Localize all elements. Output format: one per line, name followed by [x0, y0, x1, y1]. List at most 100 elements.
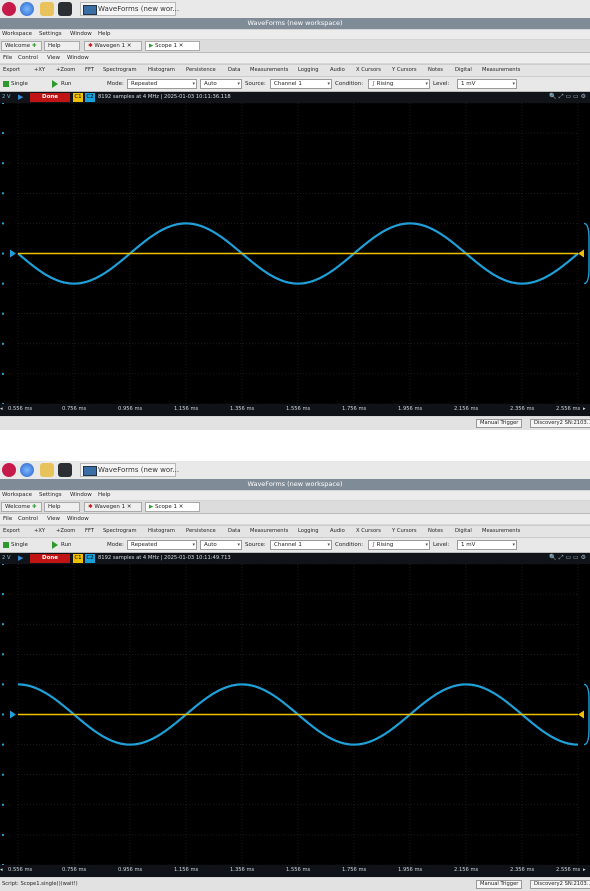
- tab-scope[interactable]: ▶ Scope 1 ✕: [145, 502, 200, 512]
- channel-1-badge[interactable]: C1: [73, 554, 83, 563]
- toolbar-export[interactable]: Export: [3, 67, 20, 73]
- trigger-auto-select[interactable]: Auto: [200, 540, 242, 550]
- tab-welcome[interactable]: Welcome ✚: [1, 502, 42, 512]
- scroll-right-icon[interactable]: ▸: [583, 867, 586, 873]
- toolbar-add-xy[interactable]: +XY: [34, 67, 45, 73]
- toolbar-spectrogram[interactable]: Spectrogram: [103, 528, 137, 534]
- taskbar-waveforms-task[interactable]: WaveForms (new wor...: [80, 463, 179, 477]
- level-input[interactable]: 1 mV: [457, 540, 517, 550]
- toolbar-data[interactable]: Data: [228, 67, 240, 73]
- browser-icon[interactable]: [20, 2, 34, 16]
- time-tick-label: 1.356 ms: [230, 406, 255, 412]
- mode-label: Mode:: [107, 81, 124, 87]
- tab-help[interactable]: Help: [44, 502, 80, 512]
- condition-select[interactable]: ∫ Rising: [368, 79, 430, 89]
- menu-view[interactable]: View: [47, 55, 60, 61]
- toolbar-persistence[interactable]: Persistence: [186, 67, 216, 73]
- toolbar-digital[interactable]: Digital: [455, 67, 472, 73]
- tab-wavegen[interactable]: ✱ Wavegen 1 ✕: [84, 502, 142, 512]
- toolbar-add-zoom[interactable]: +Zoom: [56, 528, 75, 534]
- toolbar-digital[interactable]: Digital: [455, 528, 472, 534]
- oscilloscope-plot[interactable]: [0, 564, 590, 865]
- tab-help[interactable]: Help: [44, 41, 80, 51]
- menu-file[interactable]: File: [3, 55, 12, 61]
- menu-window[interactable]: Window: [70, 492, 92, 498]
- toolbar-fft[interactable]: FFT: [85, 528, 94, 534]
- mode-select[interactable]: Repeated: [127, 79, 197, 89]
- toolbar-measurements-2[interactable]: Measurements: [482, 528, 520, 534]
- tab-help-label: Help: [48, 43, 61, 49]
- single-button[interactable]: Single: [3, 79, 28, 89]
- channel-1-badge[interactable]: C1: [73, 93, 83, 102]
- raspberry-menu-icon[interactable]: [2, 2, 16, 16]
- folder-icon[interactable]: [40, 2, 54, 16]
- menu-control[interactable]: Control: [18, 55, 38, 61]
- source-select[interactable]: Channel 1: [270, 79, 332, 89]
- manual-trigger-button[interactable]: Manual Trigger: [476, 880, 523, 889]
- scroll-left-icon[interactable]: ◂: [0, 867, 3, 873]
- toolbar-fft[interactable]: FFT: [85, 67, 94, 73]
- toolbar-export[interactable]: Export: [3, 528, 20, 534]
- run-button[interactable]: Run: [52, 79, 72, 89]
- manual-trigger-button[interactable]: Manual Trigger: [476, 419, 523, 428]
- taskbar-waveforms-task[interactable]: WaveForms (new wor...: [80, 2, 179, 16]
- toolbar-logging[interactable]: Logging: [298, 528, 319, 534]
- menu-workspace[interactable]: Workspace: [2, 492, 32, 498]
- toolbar-logging[interactable]: Logging: [298, 67, 319, 73]
- oscilloscope-plot[interactable]: [0, 103, 590, 404]
- toolbar-notes[interactable]: Notes: [428, 528, 443, 534]
- toolbar-histogram[interactable]: Histogram: [148, 528, 175, 534]
- toolbar-spectrogram[interactable]: Spectrogram: [103, 67, 137, 73]
- zoom-tools-icons[interactable]: 🔍 ⤢ ▭ ▭ ⚙: [549, 93, 586, 101]
- toolbar-y-cursors[interactable]: Y Cursors: [392, 528, 417, 534]
- toolbar-notes[interactable]: Notes: [428, 67, 443, 73]
- raspberry-menu-icon[interactable]: [2, 463, 16, 477]
- menu-window[interactable]: Window: [67, 55, 89, 61]
- toolbar-data[interactable]: Data: [228, 528, 240, 534]
- toolbar-x-cursors[interactable]: X Cursors: [356, 528, 381, 534]
- menu-window[interactable]: Window: [67, 516, 89, 522]
- channel-2-badge[interactable]: C2: [85, 554, 95, 563]
- toolbar-histogram[interactable]: Histogram: [148, 67, 175, 73]
- menu-settings[interactable]: Settings: [39, 492, 62, 498]
- zoom-tools-icons[interactable]: 🔍 ⤢ ▭ ▭ ⚙: [549, 554, 586, 562]
- toolbar-x-cursors[interactable]: X Cursors: [356, 67, 381, 73]
- menu-help[interactable]: Help: [98, 31, 111, 37]
- run-button[interactable]: Run: [52, 540, 72, 550]
- tab-wavegen[interactable]: ✱ Wavegen 1 ✕: [84, 41, 142, 51]
- toolbar-measurements[interactable]: Measurements: [250, 67, 288, 73]
- single-button[interactable]: Single: [3, 540, 28, 550]
- condition-select[interactable]: ∫ Rising: [368, 540, 430, 550]
- level-input[interactable]: 1 mV: [457, 79, 517, 89]
- source-select[interactable]: Channel 1: [270, 540, 332, 550]
- scroll-right-icon[interactable]: ▸: [583, 406, 586, 412]
- terminal-icon[interactable]: [58, 2, 72, 16]
- toolbar-audio[interactable]: Audio: [330, 67, 345, 73]
- trigger-auto-select[interactable]: Auto: [200, 79, 242, 89]
- toolbar-audio[interactable]: Audio: [330, 528, 345, 534]
- tab-welcome[interactable]: Welcome ✚: [1, 41, 42, 51]
- tab-scope[interactable]: ▶ Scope 1 ✕: [145, 41, 200, 51]
- menu-file[interactable]: File: [3, 516, 12, 522]
- menu-control[interactable]: Control: [18, 516, 38, 522]
- menu-view[interactable]: View: [47, 516, 60, 522]
- toolbar-measurements[interactable]: Measurements: [250, 528, 288, 534]
- toolbar-measurements-2[interactable]: Measurements: [482, 67, 520, 73]
- mode-select[interactable]: Repeated: [127, 540, 197, 550]
- menu-help[interactable]: Help: [98, 492, 111, 498]
- toolbar-y-cursors[interactable]: Y Cursors: [392, 67, 417, 73]
- browser-icon[interactable]: [20, 463, 34, 477]
- menu-window[interactable]: Window: [70, 31, 92, 37]
- channel-2-badge[interactable]: C2: [85, 93, 95, 102]
- toolbar-add-zoom[interactable]: +Zoom: [56, 67, 75, 73]
- toolbar-add-xy[interactable]: +XY: [34, 528, 45, 534]
- device-status-button[interactable]: Discovery2 SN:2103...: [530, 419, 590, 428]
- folder-icon[interactable]: [40, 463, 54, 477]
- scroll-left-icon[interactable]: ◂: [0, 406, 3, 412]
- toolbar-persistence[interactable]: Persistence: [186, 528, 216, 534]
- menu-settings[interactable]: Settings: [39, 31, 62, 37]
- menu-workspace[interactable]: Workspace: [2, 31, 32, 37]
- device-status-button[interactable]: Discovery2 SN:2103...: [530, 880, 590, 889]
- terminal-icon[interactable]: [58, 463, 72, 477]
- time-axis: 0.556 ms 0.756 ms 0.956 ms 1.156 ms 1.356 ms…: [0, 404, 590, 416]
